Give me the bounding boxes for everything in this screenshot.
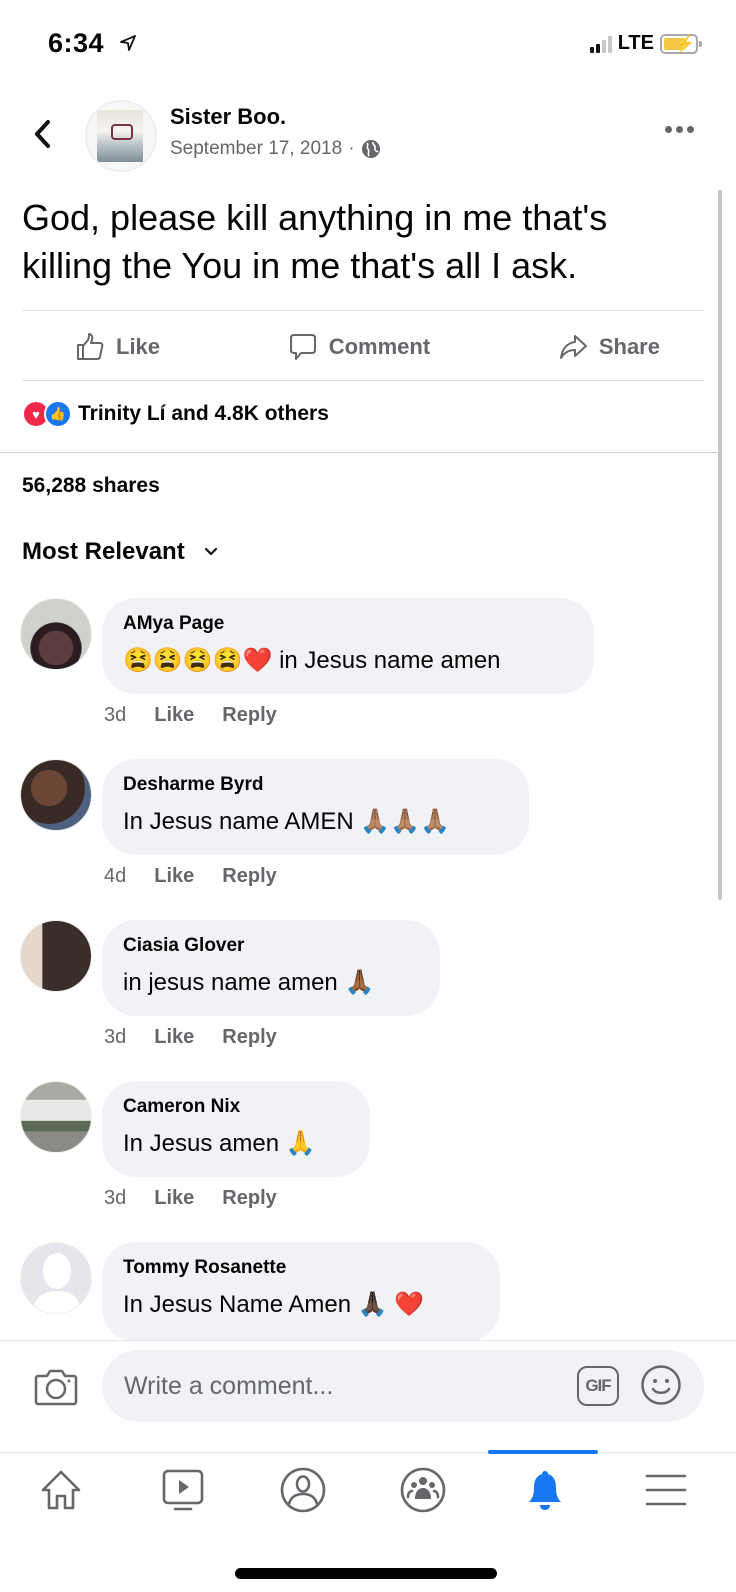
network-label: LTE bbox=[617, 32, 654, 54]
comment-bubble[interactable]: Desharme Byrd In Jesus name AMEN 🙏🏽🙏🏽🙏🏽 bbox=[102, 759, 529, 855]
video-icon bbox=[162, 1469, 204, 1511]
comment-text: 😫😫😫😫❤️ in Jesus name amen bbox=[123, 647, 501, 674]
comment-bubble[interactable]: Cameron Nix In Jesus amen 🙏 bbox=[102, 1081, 370, 1177]
comment-meta: 3d Like Reply bbox=[104, 1187, 277, 1210]
author-name[interactable]: Sister Boo. bbox=[170, 104, 286, 130]
chevron-left-icon[interactable] bbox=[28, 116, 58, 152]
divider bbox=[22, 380, 704, 381]
like-label: Like bbox=[116, 334, 161, 359]
comment-time: 3d bbox=[104, 1026, 127, 1048]
scrollbar[interactable] bbox=[718, 190, 722, 900]
tab-profile[interactable] bbox=[275, 1462, 331, 1518]
like-reaction-icon: 👍 bbox=[44, 400, 72, 428]
commenter-name[interactable]: Cameron Nix bbox=[123, 1095, 348, 1119]
tab-watch[interactable] bbox=[155, 1462, 211, 1518]
commenter-name[interactable]: Ciasia Glover bbox=[123, 934, 418, 958]
default-profile-icon bbox=[33, 1253, 81, 1313]
comment-meta: 3d Like Reply bbox=[104, 1026, 277, 1049]
bell-icon bbox=[529, 1471, 561, 1510]
more-horizontal-icon bbox=[665, 126, 672, 133]
battery-icon: ⚡ bbox=[660, 33, 702, 54]
commenter-avatar[interactable] bbox=[20, 1081, 92, 1153]
shares-count[interactable]: 56,288 shares bbox=[22, 474, 160, 498]
comment-bubble[interactable]: AMya Page 😫😫😫😫❤️ in Jesus name amen bbox=[102, 598, 594, 694]
comment-button[interactable]: Comment bbox=[287, 331, 430, 363]
comment-time: 4d bbox=[104, 865, 127, 887]
hamburger-menu-icon bbox=[645, 1474, 687, 1506]
author-avatar[interactable] bbox=[85, 100, 157, 172]
tab-groups[interactable] bbox=[395, 1462, 451, 1518]
signal-icon bbox=[589, 35, 612, 53]
sort-label: Most Relevant bbox=[22, 538, 185, 565]
comment-time: 3d bbox=[104, 704, 127, 726]
comment-meta: 4d Like Reply bbox=[104, 865, 277, 888]
comment-like-button[interactable]: Like bbox=[154, 1026, 194, 1049]
post-header: Sister Boo. September 17, 2018 · bbox=[0, 98, 736, 173]
tab-notifications[interactable] bbox=[517, 1462, 573, 1518]
smiley-icon[interactable] bbox=[640, 1364, 682, 1406]
comment-reply-button[interactable]: Reply bbox=[222, 704, 276, 727]
clock: 6:34 bbox=[48, 28, 105, 58]
commenter-name[interactable]: Desharme Byrd bbox=[123, 773, 507, 797]
home-icon bbox=[41, 1470, 81, 1510]
comment-label: Comment bbox=[328, 334, 431, 359]
chevron-down-icon bbox=[204, 547, 217, 556]
divider bbox=[22, 310, 704, 311]
comment-text: in jesus name amen 🙏🏾 bbox=[123, 969, 375, 996]
comment-bubble-icon bbox=[289, 334, 316, 360]
comment-bubble[interactable]: Ciasia Glover in jesus name amen 🙏🏾 bbox=[102, 920, 440, 1016]
post-actions: Like Comment Share bbox=[22, 316, 704, 378]
tab-menu[interactable] bbox=[638, 1462, 694, 1518]
like-button[interactable]: Like bbox=[74, 331, 160, 363]
commenter-avatar[interactable] bbox=[20, 759, 92, 831]
comment-text: In Jesus name AMEN 🙏🏽🙏🏽🙏🏽 bbox=[123, 808, 451, 835]
tab-home[interactable] bbox=[33, 1462, 89, 1518]
camera-icon[interactable] bbox=[34, 1366, 78, 1406]
profile-icon bbox=[280, 1467, 326, 1513]
commenter-avatar[interactable] bbox=[20, 1242, 92, 1314]
post-meta: September 17, 2018 · bbox=[170, 138, 381, 160]
comment-text: In Jesus amen 🙏 bbox=[123, 1130, 316, 1157]
globe-icon bbox=[361, 140, 380, 158]
post-text: God, please kill anything in me that's k… bbox=[22, 197, 608, 286]
commenter-avatar[interactable] bbox=[20, 598, 92, 670]
share-button[interactable]: Share bbox=[557, 331, 660, 363]
meta-separator: · bbox=[348, 138, 355, 159]
comment-time: 3d bbox=[104, 1187, 127, 1209]
reactions-text: Trinity Lí and 4.8K others bbox=[78, 402, 329, 425]
divider bbox=[0, 1452, 736, 1453]
comment-like-button[interactable]: Like bbox=[154, 704, 194, 727]
divider bbox=[0, 452, 720, 453]
share-arrow-icon bbox=[559, 335, 587, 359]
divider bbox=[0, 1340, 736, 1341]
post-date[interactable]: September 17, 2018 bbox=[170, 138, 342, 160]
comment-reply-button[interactable]: Reply bbox=[222, 1187, 276, 1210]
commenter-name[interactable]: Tommy Rosanette bbox=[123, 1256, 478, 1280]
home-indicator[interactable] bbox=[235, 1568, 497, 1579]
comment-like-button[interactable]: Like bbox=[154, 865, 194, 888]
comment-text: In Jesus Name Amen 🙏🏿 ❤️ bbox=[123, 1291, 425, 1318]
reactions-summary[interactable]: ♥ 👍 Trinity Lí and 4.8K others bbox=[22, 400, 329, 428]
gif-button[interactable]: GIF bbox=[577, 1366, 619, 1406]
comment-reply-button[interactable]: Reply bbox=[222, 1026, 276, 1049]
groups-icon bbox=[400, 1467, 446, 1513]
share-label: Share bbox=[598, 334, 660, 359]
comment-like-button[interactable]: Like bbox=[154, 1187, 194, 1210]
more-options-button[interactable] bbox=[665, 126, 694, 133]
commenter-name[interactable]: AMya Page bbox=[123, 612, 572, 636]
location-arrow-icon bbox=[120, 35, 136, 51]
status-bar: 6:34 LTE ⚡ bbox=[0, 0, 736, 90]
comment-reply-button[interactable]: Reply bbox=[222, 865, 276, 888]
commenter-avatar[interactable] bbox=[20, 920, 92, 992]
thumbs-up-icon bbox=[77, 333, 104, 360]
comment-meta: 3d Like Reply bbox=[104, 704, 277, 727]
active-tab-indicator bbox=[488, 1450, 598, 1454]
comment-bubble[interactable]: Tommy Rosanette In Jesus Name Amen 🙏🏿 ❤️ bbox=[102, 1242, 500, 1342]
comment-sort-dropdown[interactable]: Most Relevant bbox=[22, 538, 219, 566]
